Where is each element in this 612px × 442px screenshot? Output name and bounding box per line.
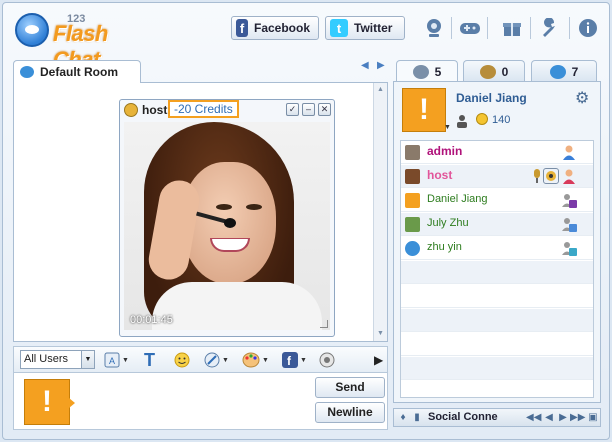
newline-button[interactable]: Newline [315, 402, 385, 423]
info-icon[interactable] [575, 15, 601, 41]
tab-chats[interactable]: 7 [531, 60, 597, 82]
video-window: host -20 Credits ✓ – ✕ 00:01:45 [119, 99, 335, 337]
video-close-icon[interactable]: ✕ [318, 103, 331, 116]
user-row-daniel-jiang[interactable]: Daniel Jiang [401, 189, 593, 212]
host-user-icon [561, 168, 577, 184]
user-avatar [405, 169, 420, 184]
user-avatar [405, 241, 420, 256]
profile-credits: 140 [492, 114, 511, 126]
user-row-admin[interactable]: admin [401, 141, 593, 164]
video-feed: 00:01:45 [124, 122, 330, 330]
facebook-share-icon[interactable]: f ▼ [282, 351, 307, 369]
logo-bubble-icon [15, 13, 49, 47]
webcam-icon[interactable] [421, 15, 447, 41]
user-avatar [405, 217, 420, 232]
message-toolbar: All Users ▼ A ▼ T ▼ ▼ f ▼ ▶ [13, 346, 388, 372]
user-name: zhu yin [427, 241, 462, 253]
palette-icon[interactable]: ▼ [242, 351, 269, 369]
pin-icon[interactable]: ♦ [396, 411, 410, 425]
profile-name: Daniel Jiang [456, 91, 527, 105]
chevron-down-icon: ▼ [81, 351, 94, 368]
social-bar: ♦ ▮ Social Conne ◀◀ ◀ ▶ ▶▶ ▣ [393, 408, 601, 427]
video-edit-icon[interactable]: ✓ [286, 103, 299, 116]
text-format-icon[interactable]: T [144, 350, 155, 370]
rooms-icon [479, 64, 496, 79]
user-avatar [405, 145, 420, 160]
video-credits: -20 Credits [168, 100, 239, 118]
user-msn-icon [561, 240, 577, 256]
svg-text:A: A [109, 356, 115, 366]
user-name: admin [427, 144, 463, 158]
video-title: host [124, 102, 167, 118]
settings-gear-icon[interactable]: ⚙ [575, 88, 589, 108]
facebook-icon: f [236, 19, 248, 37]
emoticon-icon[interactable] [174, 351, 190, 369]
recipient-select[interactable]: All Users ▼ [20, 350, 95, 369]
twitter-icon: t [330, 19, 348, 37]
video-timer: 00:01:45 [130, 314, 173, 326]
user-row-host[interactable]: host [401, 165, 593, 188]
user-list: admin host Daniel Jiang July Zhu zhu yin [400, 140, 594, 398]
user-panel: ! ▼ Daniel Jiang ⚙ 140 admin host Daniel… [393, 81, 601, 403]
header: 123 Flash Chat f Facebook t Twitter [3, 3, 609, 72]
facebook-button[interactable]: f Facebook [231, 16, 319, 40]
facebook-label: Facebook [253, 21, 310, 35]
user-name: Daniel Jiang [427, 193, 488, 205]
user-row-july-zhu[interactable]: July Zhu [401, 213, 593, 236]
profile-avatar[interactable]: ! [402, 88, 446, 132]
font-box-icon[interactable]: A ▼ [104, 351, 129, 369]
user-avatar [405, 193, 420, 208]
users-icon [412, 64, 429, 79]
app-logo: 123 Flash Chat [11, 7, 141, 72]
toolbar-next-icon[interactable]: ▶ [374, 351, 383, 369]
tab-default-room[interactable]: Default Room [13, 60, 141, 83]
scroll-down-icon[interactable]: ▼ [375, 328, 386, 340]
resize-handle-icon[interactable] [320, 320, 328, 328]
tab-rooms[interactable]: 0 [463, 60, 525, 82]
user-name: host [427, 168, 453, 182]
chats-count: 7 [571, 64, 579, 79]
user-name: July Zhu [427, 217, 469, 229]
webcam-user-icon[interactable] [543, 168, 559, 184]
recipient-select-value: All Users [24, 353, 69, 365]
send-button[interactable]: Send [315, 377, 385, 398]
tab-scroll-right-icon[interactable]: ▶ [377, 60, 385, 71]
twitter-label: Twitter [354, 21, 393, 35]
tab-users[interactable]: 5 [396, 60, 458, 82]
coin-icon [476, 113, 488, 125]
flash-chat-window: 123 Flash Chat f Facebook t Twitter [2, 2, 610, 440]
message-scrollbar[interactable]: ▲ ▼ [373, 83, 387, 341]
room-tab-label: Default Room [40, 65, 118, 79]
webcam-badge-icon [124, 103, 138, 117]
tab-scroll-left-icon[interactable]: ◀ [361, 60, 369, 71]
gamepad-icon[interactable] [457, 15, 483, 41]
video-minimize-icon[interactable]: – [302, 103, 315, 116]
chats-icon [549, 64, 566, 79]
window-icon[interactable]: ▣ [586, 411, 600, 425]
wrench-icon[interactable] [537, 15, 563, 41]
avatar-menu-icon[interactable]: ▼ [444, 124, 451, 131]
brush-icon[interactable]: ▼ [204, 351, 229, 369]
role-icon [456, 114, 468, 131]
social-icon: ▮ [414, 412, 420, 423]
audio-icon[interactable] [319, 351, 335, 369]
social-bar-label: Social Conne [428, 411, 498, 423]
admin-user-icon [561, 144, 577, 160]
next-page-icon[interactable]: ▶ [556, 411, 570, 425]
last-page-icon[interactable]: ▶▶ [570, 411, 585, 425]
prev-page-icon[interactable]: ◀ [542, 411, 556, 425]
user-ym-icon [561, 192, 577, 208]
first-page-icon[interactable]: ◀◀ [526, 411, 541, 425]
users-count: 5 [434, 64, 442, 79]
chat-bubble-icon [20, 66, 34, 78]
user-g-icon [561, 216, 577, 232]
video-user-name: host [142, 103, 168, 117]
my-avatar: ! [24, 379, 75, 425]
gift-icon[interactable] [499, 15, 525, 41]
scroll-up-icon[interactable]: ▲ [375, 84, 386, 96]
twitter-button[interactable]: t Twitter [325, 16, 405, 40]
user-row-zhu-yin[interactable]: zhu yin [401, 237, 593, 260]
rooms-count: 0 [501, 64, 509, 79]
